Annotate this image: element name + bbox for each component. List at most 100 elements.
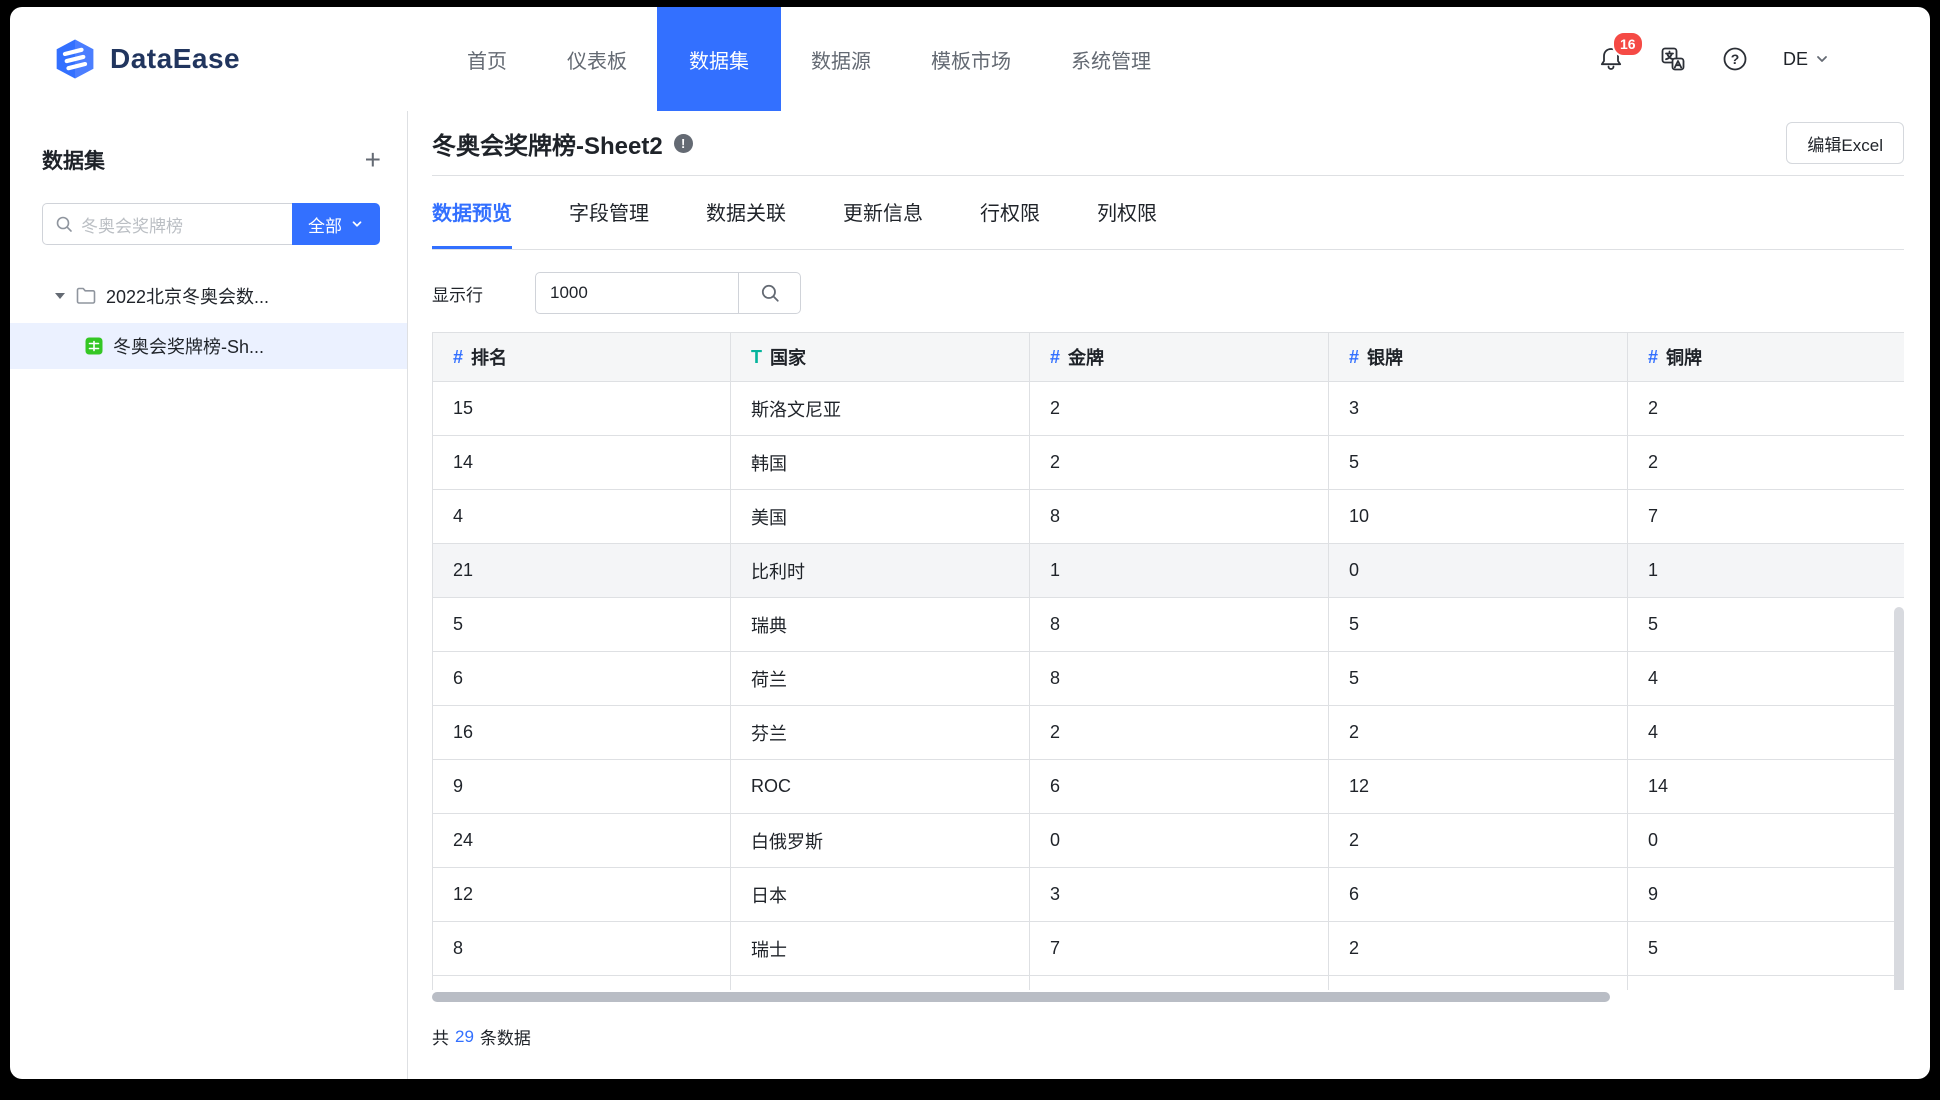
table-footer: 共 29 条数据 xyxy=(432,1024,1904,1049)
column-header[interactable]: T 国家 xyxy=(731,332,1030,382)
horizontal-scrollbar-track xyxy=(432,990,1904,1004)
nav-item[interactable]: 数据源 xyxy=(781,7,901,111)
navbar-right: 16 ? DE xyxy=(1597,7,1930,111)
table-cell: 2 xyxy=(1329,814,1628,868)
column-header[interactable]: # 银牌 xyxy=(1329,332,1628,382)
filter-all-label: 全部 xyxy=(308,216,342,236)
tab[interactable]: 列权限 xyxy=(1097,176,1157,249)
table-cell: 1 xyxy=(1030,544,1329,598)
nav-item[interactable]: 模板市场 xyxy=(901,7,1041,111)
tabs: 数据预览 字段管理 数据关联 更新信息 行权限 列权限 xyxy=(432,176,1904,250)
table-cell: 4 xyxy=(1628,652,1904,706)
column-header[interactable]: # 金牌 xyxy=(1030,332,1329,382)
caret-down-icon[interactable] xyxy=(54,292,66,300)
tree-file-item-selected[interactable]: 冬奥会奖牌榜-Sh... xyxy=(10,323,407,369)
filter-all-button[interactable]: 全部 xyxy=(292,203,380,245)
tab[interactable]: 数据预览 xyxy=(432,176,512,249)
table-cell: 6 xyxy=(1329,868,1628,922)
table-cell: 8 xyxy=(1030,490,1329,544)
table-cell: 6 xyxy=(432,652,731,706)
table-cell: 0 xyxy=(1329,544,1628,598)
table-row: 15 斯洛文尼亚 2 3 2 xyxy=(432,382,1904,436)
tree-file-label: 冬奥会奖牌榜-Sh... xyxy=(113,337,265,357)
table-cell: 4 xyxy=(1628,706,1904,760)
table-cell: 2 xyxy=(1030,706,1329,760)
main-content: 冬奥会奖牌榜-Sheet2 编辑Excel 数据预览字段管理数据关联更新信息行权… xyxy=(408,111,1930,1079)
column-label: 银牌 xyxy=(1367,348,1404,368)
edit-excel-button[interactable]: 编辑Excel xyxy=(1786,122,1904,164)
add-dataset-button[interactable]: + xyxy=(365,146,381,174)
nav-item[interactable]: 仪表板 xyxy=(537,7,657,111)
table-cell: 6 xyxy=(1030,760,1329,814)
column-label: 金牌 xyxy=(1068,348,1105,368)
help-icon[interactable]: ? xyxy=(1721,45,1749,73)
numeric-field-icon: # xyxy=(1648,346,1659,367)
table-cell: 14 xyxy=(1628,760,1904,814)
column-header[interactable]: # 排名 xyxy=(432,332,731,382)
user-label: DE xyxy=(1782,48,1808,69)
tree-folder-label: 2022北京冬奥会数... xyxy=(106,287,270,307)
text-field-icon: T xyxy=(751,346,762,367)
vertical-scrollbar[interactable] xyxy=(1894,607,1904,997)
tab[interactable]: 行权限 xyxy=(980,176,1040,249)
table-cell: 5 xyxy=(1329,652,1628,706)
table-cell: 10 xyxy=(1329,490,1628,544)
horizontal-scrollbar[interactable] xyxy=(432,992,1610,1002)
info-icon[interactable] xyxy=(673,133,693,153)
table-header-row: # 排名 T 国家 # 金牌 # 银牌 # 铜牌 xyxy=(432,332,1904,382)
table-cell: 2 xyxy=(1329,706,1628,760)
user-menu[interactable]: DE xyxy=(1783,49,1830,70)
toolbar: 显示行 xyxy=(432,272,1904,314)
table-cell: 14 xyxy=(432,436,731,490)
table-cell: 0 xyxy=(1030,814,1329,868)
search-placeholder: 冬奥会奖牌榜 xyxy=(81,216,183,236)
search-icon xyxy=(760,283,780,303)
tab[interactable]: 数据关联 xyxy=(706,176,786,249)
svg-text:?: ? xyxy=(1731,51,1740,67)
notification-bell-icon[interactable]: 16 xyxy=(1597,31,1644,73)
table-cell: 21 xyxy=(432,544,731,598)
tab[interactable]: 字段管理 xyxy=(569,176,649,249)
table-cell: 日本 xyxy=(731,868,1030,922)
table-cell: 芬兰 xyxy=(731,706,1030,760)
table-search-button[interactable] xyxy=(739,272,801,314)
app-window: DataEase 首页 仪表板 数据集 数据源 模板市场 系统管理 16 ? D… xyxy=(10,7,1930,1079)
rows-limit-label: 显示行 xyxy=(432,285,483,305)
numeric-field-icon: # xyxy=(1050,346,1061,367)
table-cell: 5 xyxy=(1628,922,1904,976)
column-label: 铜牌 xyxy=(1666,348,1703,368)
table-cell: 12 xyxy=(432,868,731,922)
translate-icon[interactable] xyxy=(1659,45,1687,73)
tab[interactable]: 更新信息 xyxy=(843,176,923,249)
search-icon xyxy=(55,215,73,233)
table-cell: 8 xyxy=(1030,652,1329,706)
table-row: 16 芬兰 2 2 4 xyxy=(432,706,1904,760)
chevron-down-icon xyxy=(350,217,364,231)
dataset-tree: 2022北京冬奥会数... 冬奥会奖牌榜-Sh... xyxy=(10,275,407,369)
table-cell: 瑞典 xyxy=(731,598,1030,652)
table-row: 21 比利时 1 0 1 xyxy=(432,544,1904,598)
folder-icon xyxy=(75,285,97,307)
nav-item[interactable]: 首页 xyxy=(437,7,537,111)
dataset-search-input[interactable]: 冬奥会奖牌榜 xyxy=(42,203,292,245)
table-row: 12 日本 3 6 9 xyxy=(432,868,1904,922)
dataease-logo[interactable]: DataEase xyxy=(10,7,437,111)
total-count: 29 xyxy=(455,1026,474,1046)
table-cell: 美国 xyxy=(731,490,1030,544)
table-cell: 7 xyxy=(1030,922,1329,976)
table-row: 8 瑞士 7 2 5 xyxy=(432,922,1904,976)
table-cell: 12 xyxy=(1329,760,1628,814)
total-suffix: 条数据 xyxy=(479,1029,531,1048)
table-cell: 7 xyxy=(1628,490,1904,544)
column-header[interactable]: # 铜牌 xyxy=(1628,332,1904,382)
nav-items: 首页 仪表板 数据集 数据源 模板市场 系统管理 xyxy=(437,7,1181,111)
rows-limit-input[interactable] xyxy=(535,272,739,314)
table-cell: 5 xyxy=(1329,598,1628,652)
table-row: 14 韩国 2 5 2 xyxy=(432,436,1904,490)
nav-item[interactable]: 数据集 xyxy=(657,7,781,111)
nav-item[interactable]: 系统管理 xyxy=(1041,7,1181,111)
tree-folder-item[interactable]: 2022北京冬奥会数... xyxy=(10,275,407,317)
table-row: 4 美国 8 10 7 xyxy=(432,490,1904,544)
table-cell: 9 xyxy=(1628,868,1904,922)
table-cell: 1 xyxy=(1628,544,1904,598)
